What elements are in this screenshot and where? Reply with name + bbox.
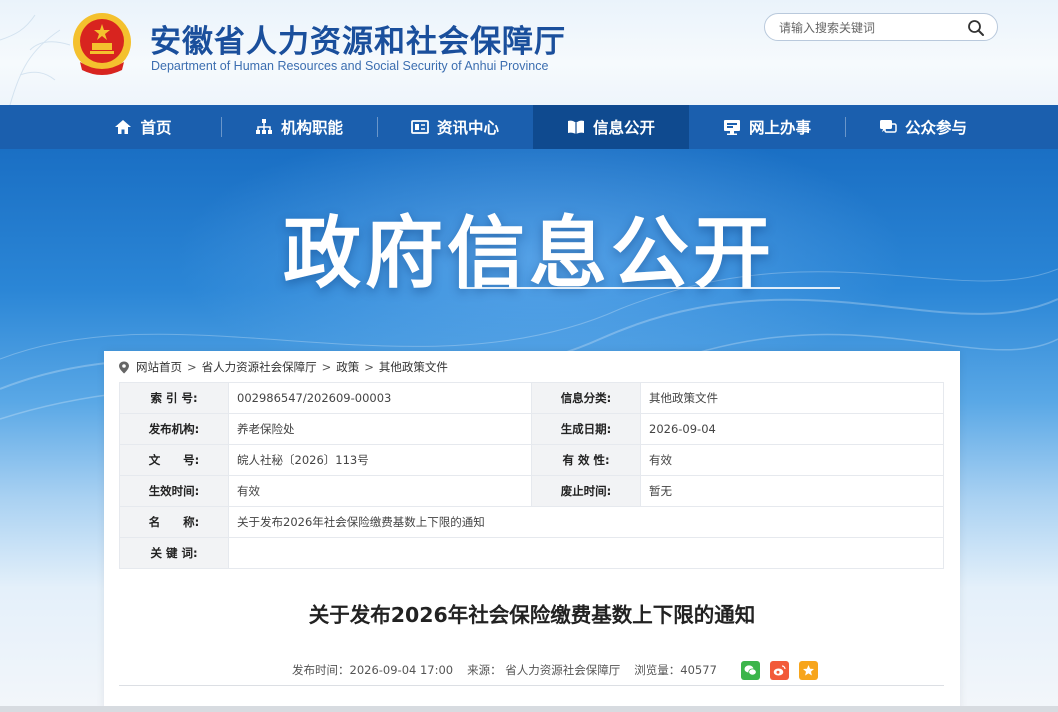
meta-value: 养老保险处 bbox=[228, 413, 532, 445]
meta-label: 索 引 号: bbox=[119, 382, 229, 414]
document-meta-table: 索 引 号: 002986547/202609-00003 信息分类: 其他政策… bbox=[119, 382, 944, 569]
nav-item-news[interactable]: 资讯中心 bbox=[377, 105, 533, 149]
wechat-icon bbox=[744, 664, 757, 675]
news-icon bbox=[411, 120, 429, 134]
weibo-share-button[interactable] bbox=[769, 660, 789, 680]
breadcrumb-home[interactable]: 网站首页 bbox=[136, 359, 182, 375]
favorite-button[interactable] bbox=[798, 660, 818, 680]
meta-value bbox=[228, 537, 944, 569]
table-row: 文 号: 皖人社秘〔2026〕113号 有 效 性: 有效 bbox=[119, 444, 944, 476]
meta-label: 文 号: bbox=[119, 444, 229, 476]
meta-label: 名 称: bbox=[119, 506, 229, 538]
chat-icon bbox=[879, 120, 897, 133]
monitor-icon bbox=[723, 120, 740, 135]
table-row: 名 称: 关于发布2026年社会保险缴费基数上下限的通知 bbox=[119, 506, 944, 538]
meta-label: 有 效 性: bbox=[531, 444, 641, 476]
search-icon[interactable] bbox=[967, 19, 985, 37]
meta-value: 002986547/202609-00003 bbox=[228, 382, 532, 414]
search-input[interactable] bbox=[777, 18, 961, 38]
publish-time: 发布时间：2026-09-04 17:00 bbox=[292, 663, 454, 677]
weibo-icon bbox=[773, 664, 786, 675]
meta-value: 皖人社秘〔2026〕113号 bbox=[228, 444, 532, 476]
meta-label: 发布机构: bbox=[119, 413, 229, 445]
site-header: 安徽省人力资源和社会保障厅 Department of Human Resour… bbox=[0, 0, 1058, 105]
search-box bbox=[764, 13, 998, 41]
meta-value: 有效 bbox=[228, 475, 532, 507]
banner-underline bbox=[460, 287, 840, 289]
open-book-icon bbox=[567, 120, 584, 134]
nav-item-label: 机构职能 bbox=[280, 119, 343, 137]
nav-item-label: 首页 bbox=[140, 119, 172, 137]
table-row: 关 键 词: bbox=[119, 537, 944, 569]
star-icon bbox=[802, 664, 814, 675]
meta-label: 废止时间: bbox=[531, 475, 641, 507]
nav-item-home[interactable]: 首页 bbox=[65, 105, 221, 149]
breadcrumb-department[interactable]: 省人力资源社会保障厅 bbox=[202, 359, 317, 375]
nav-item-label: 资讯中心 bbox=[436, 119, 499, 137]
article-title: 关于发布2026年社会保险缴费基数上下限的通知 bbox=[308, 603, 756, 627]
meta-value: 有效 bbox=[640, 444, 944, 476]
site-subtitle: Department of Human Resources and Social… bbox=[151, 59, 549, 73]
meta-label: 关 键 词: bbox=[119, 537, 229, 569]
site-title: 安徽省人力资源和社会保障厅 bbox=[150, 24, 566, 60]
home-icon bbox=[115, 120, 132, 134]
table-row: 索 引 号: 002986547/202609-00003 信息分类: 其他政策… bbox=[119, 382, 944, 414]
article-info: 发布时间：2026-09-04 17:00 来源： 省人力资源社会保障厅 浏览量… bbox=[292, 660, 818, 680]
breadcrumb: 网站首页 > 省人力资源社会保障厅 > 政策 > 其他政策文件 bbox=[118, 358, 448, 376]
wechat-share-button[interactable] bbox=[740, 660, 760, 680]
table-row: 生效时间: 有效 废止时间: 暂无 bbox=[119, 475, 944, 507]
divider bbox=[119, 685, 944, 686]
breadcrumb-other-policy[interactable]: 其他政策文件 bbox=[379, 359, 448, 375]
content-card: 网站首页 > 省人力资源社会保障厅 > 政策 > 其他政策文件 索 引 号: 0… bbox=[104, 351, 960, 712]
meta-label: 信息分类: bbox=[531, 382, 641, 414]
nav-item-online-services[interactable]: 网上办事 bbox=[689, 105, 845, 149]
org-chart-icon bbox=[255, 119, 272, 134]
nav-item-label: 信息公开 bbox=[592, 119, 655, 137]
share-buttons bbox=[731, 660, 818, 680]
table-row: 发布机构: 养老保险处 生成日期: 2026-09-04 bbox=[119, 413, 944, 445]
meta-value: 2026-09-04 bbox=[640, 413, 944, 445]
nav-item-label: 公众参与 bbox=[904, 119, 967, 137]
meta-label: 生效时间: bbox=[119, 475, 229, 507]
breadcrumb-separator: > bbox=[187, 360, 197, 374]
location-pin-icon bbox=[119, 361, 129, 373]
view-count: 浏览量：40577 bbox=[634, 663, 717, 677]
meta-label: 生成日期: bbox=[531, 413, 641, 445]
nav-item-public-participation[interactable]: 公众参与 bbox=[845, 105, 1001, 149]
breadcrumb-separator: > bbox=[321, 360, 332, 374]
nav-item-organization[interactable]: 机构职能 bbox=[221, 105, 377, 149]
nav-item-label: 网上办事 bbox=[748, 119, 811, 137]
breadcrumb-policy[interactable]: 政策 bbox=[336, 359, 359, 375]
national-emblem-icon bbox=[73, 13, 131, 75]
meta-value: 暂无 bbox=[640, 475, 944, 507]
nav-item-info-disclosure[interactable]: 信息公开 bbox=[533, 105, 689, 149]
breadcrumb-separator: > bbox=[364, 360, 374, 374]
meta-value: 关于发布2026年社会保险缴费基数上下限的通知 bbox=[228, 506, 944, 538]
article-source: 来源： 省人力资源社会保障厅 bbox=[467, 663, 621, 677]
meta-value: 其他政策文件 bbox=[640, 382, 944, 414]
main-nav: 首页 机构职能 资讯中心 信息公开 网上办事 公众参与 bbox=[0, 105, 1058, 149]
bottom-scroll-edge bbox=[0, 706, 1058, 712]
